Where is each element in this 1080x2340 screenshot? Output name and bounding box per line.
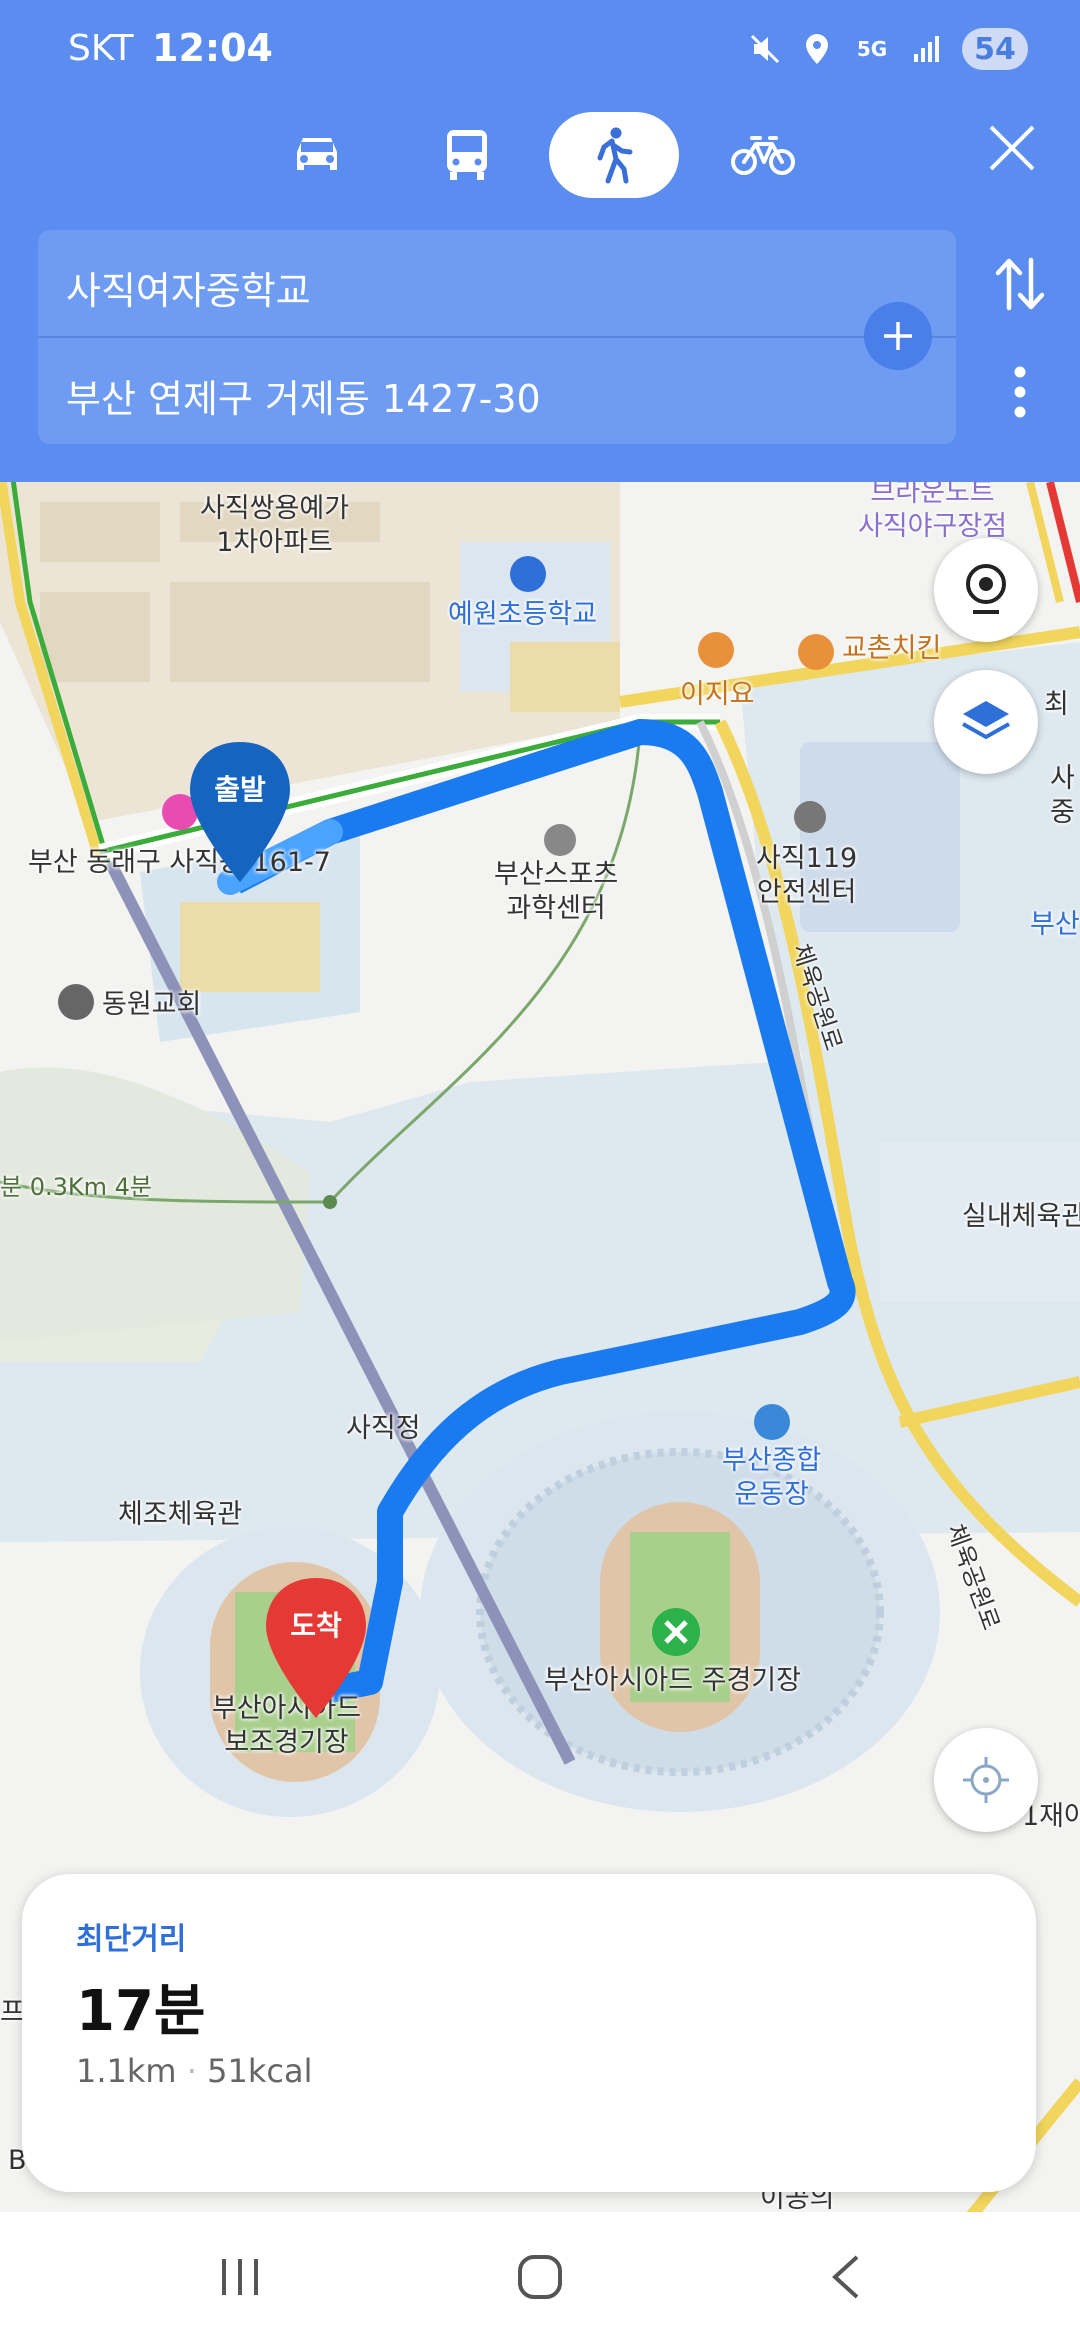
map-label-main-stadium: 부산아시아드 주경기장 <box>544 1665 801 1696</box>
tab-bicycle[interactable] <box>698 112 828 198</box>
map-label-ijiyo: 이지요 <box>680 679 755 710</box>
route-distance: 1.1km <box>76 2052 177 2090</box>
start-pin-label: 출발 <box>214 773 266 806</box>
recent-apps-button[interactable] <box>200 2242 280 2312</box>
map-label-elementary: 예원초등학교 <box>448 599 598 630</box>
map-label-apartment: 사직쌍용예가 1차아파트 <box>200 493 350 558</box>
origin-field[interactable]: 사직여자중학교 <box>66 260 311 315</box>
destination-field[interactable]: 부산 연제구 거제동 1427-30 <box>66 368 541 423</box>
clock: 12:04 <box>152 26 273 70</box>
end-pin-marker-icon <box>266 1578 366 1718</box>
home-icon <box>518 2255 562 2299</box>
network-label: 5G <box>856 37 888 61</box>
bicycle-icon <box>731 136 795 175</box>
route-duration: 17분 <box>76 1979 206 2044</box>
more-vertical-icon <box>1014 366 1026 418</box>
street-view-button[interactable] <box>934 538 1038 642</box>
walk-icon <box>597 127 633 184</box>
map-label-dongwon-church: 동원교회 <box>102 989 202 1020</box>
map-label-gymnastics-hall: 체조체육관 <box>118 1499 243 1530</box>
battery-indicator: 54 <box>962 28 1028 70</box>
location-target-icon <box>963 1757 1009 1803</box>
street-view-icon <box>966 564 1006 614</box>
map-layers-button[interactable] <box>934 670 1038 774</box>
carrier-label: SKT <box>68 28 134 69</box>
map-label-saj: 사중 <box>1050 763 1075 828</box>
end-pin[interactable]: 도착 <box>254 1574 378 1724</box>
map-label-fire-center: 사직119 안전센터 <box>756 843 858 908</box>
map-label-kyochon: 교촌치킨 <box>842 633 942 664</box>
bus-icon <box>447 130 487 180</box>
route-header: SKT 12:04 5G 54 사직여자중학교 부산 연제구 거제동 1427-… <box>0 0 1080 482</box>
location-icon <box>800 32 834 66</box>
more-options-button[interactable] <box>1000 362 1040 422</box>
signal-icon <box>910 32 944 66</box>
route-type-label: 최단거리 <box>76 1922 187 1957</box>
start-pin[interactable]: 출발 <box>178 738 302 888</box>
tab-car[interactable] <box>252 112 382 198</box>
map-label-brown-note: 브라운노트 사직야구장점 <box>858 482 1008 542</box>
map-label-sajikjeong: 사직정 <box>346 1413 421 1444</box>
home-button[interactable] <box>500 2242 580 2312</box>
tab-walk[interactable] <box>549 112 679 198</box>
map-label-choi: 최 <box>1044 689 1069 720</box>
start-pin-marker-icon <box>190 742 290 882</box>
my-location-button[interactable] <box>934 1728 1038 1832</box>
map-label-indoor-gym: 실내체육관 <box>962 1201 1080 1232</box>
system-nav-bar <box>0 2212 1080 2340</box>
mute-icon <box>748 32 782 66</box>
map-label-walk-hint: 분 0.3Km 4분 <box>0 1173 152 1201</box>
network-5g-icon: 5G <box>852 32 892 66</box>
route-separator: · <box>186 2052 197 2090</box>
close-button[interactable] <box>982 118 1042 178</box>
map-label-busan-complex: 부산종합 운동장 <box>722 1445 822 1510</box>
route-divider <box>38 336 956 338</box>
route-calories: 51kcal <box>207 2052 313 2090</box>
map-label-busan-edge: 부산 <box>1030 909 1080 940</box>
swap-route-button[interactable] <box>990 250 1050 318</box>
back-button[interactable] <box>806 2242 886 2312</box>
map-label-sports-science: 부산스포츠 과학센터 <box>494 859 619 924</box>
swap-icon <box>995 257 1045 311</box>
back-icon <box>832 2255 859 2299</box>
plus-icon <box>884 322 912 350</box>
layers-icon <box>962 701 1010 740</box>
car-icon <box>297 138 337 170</box>
transport-mode-tabs <box>0 108 1080 208</box>
tab-bus[interactable] <box>402 112 532 198</box>
add-waypoint-button[interactable] <box>864 302 932 370</box>
route-summary-card[interactable]: 최단거리 17분 1.1km · 51kcal <box>22 1874 1036 2192</box>
end-pin-label: 도착 <box>290 1609 342 1642</box>
recent-apps-icon <box>222 2259 258 2295</box>
close-icon <box>989 125 1035 171</box>
route-input-box: 사직여자중학교 부산 연제구 거제동 1427-30 <box>38 230 956 444</box>
route-details: 1.1km · 51kcal <box>76 2052 312 2090</box>
status-icons: 5G 54 <box>748 28 1028 70</box>
status-bar: SKT 12:04 5G 54 <box>0 0 1080 100</box>
